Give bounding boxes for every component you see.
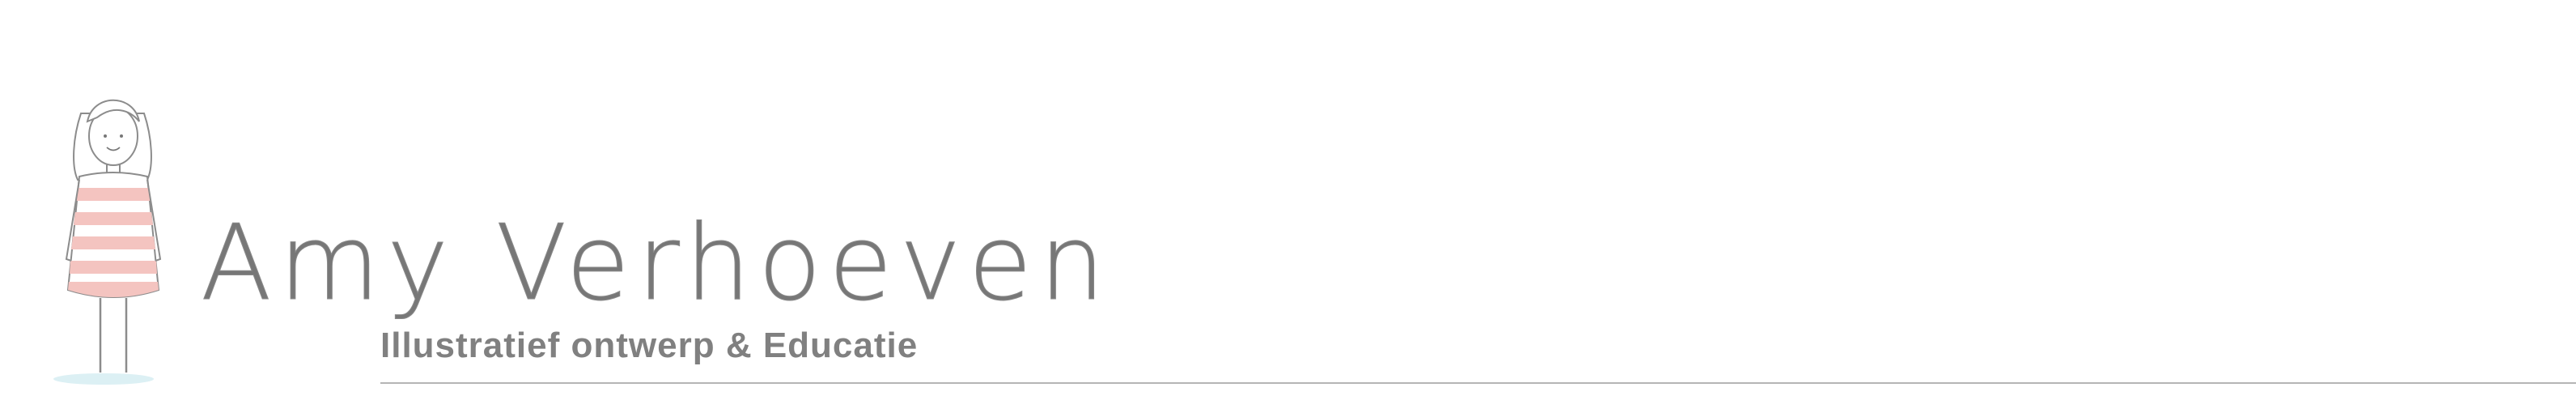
girl-illustration-icon[interactable] — [49, 89, 186, 389]
header-divider — [380, 382, 2576, 384]
site-tagline: Illustratief ontwerp & Educatie — [380, 326, 919, 365]
site-name[interactable]: Amy Verhoeven — [200, 211, 1112, 316]
page: Amy Verhoeven Illustratief ontwerp & Edu… — [0, 0, 2576, 413]
